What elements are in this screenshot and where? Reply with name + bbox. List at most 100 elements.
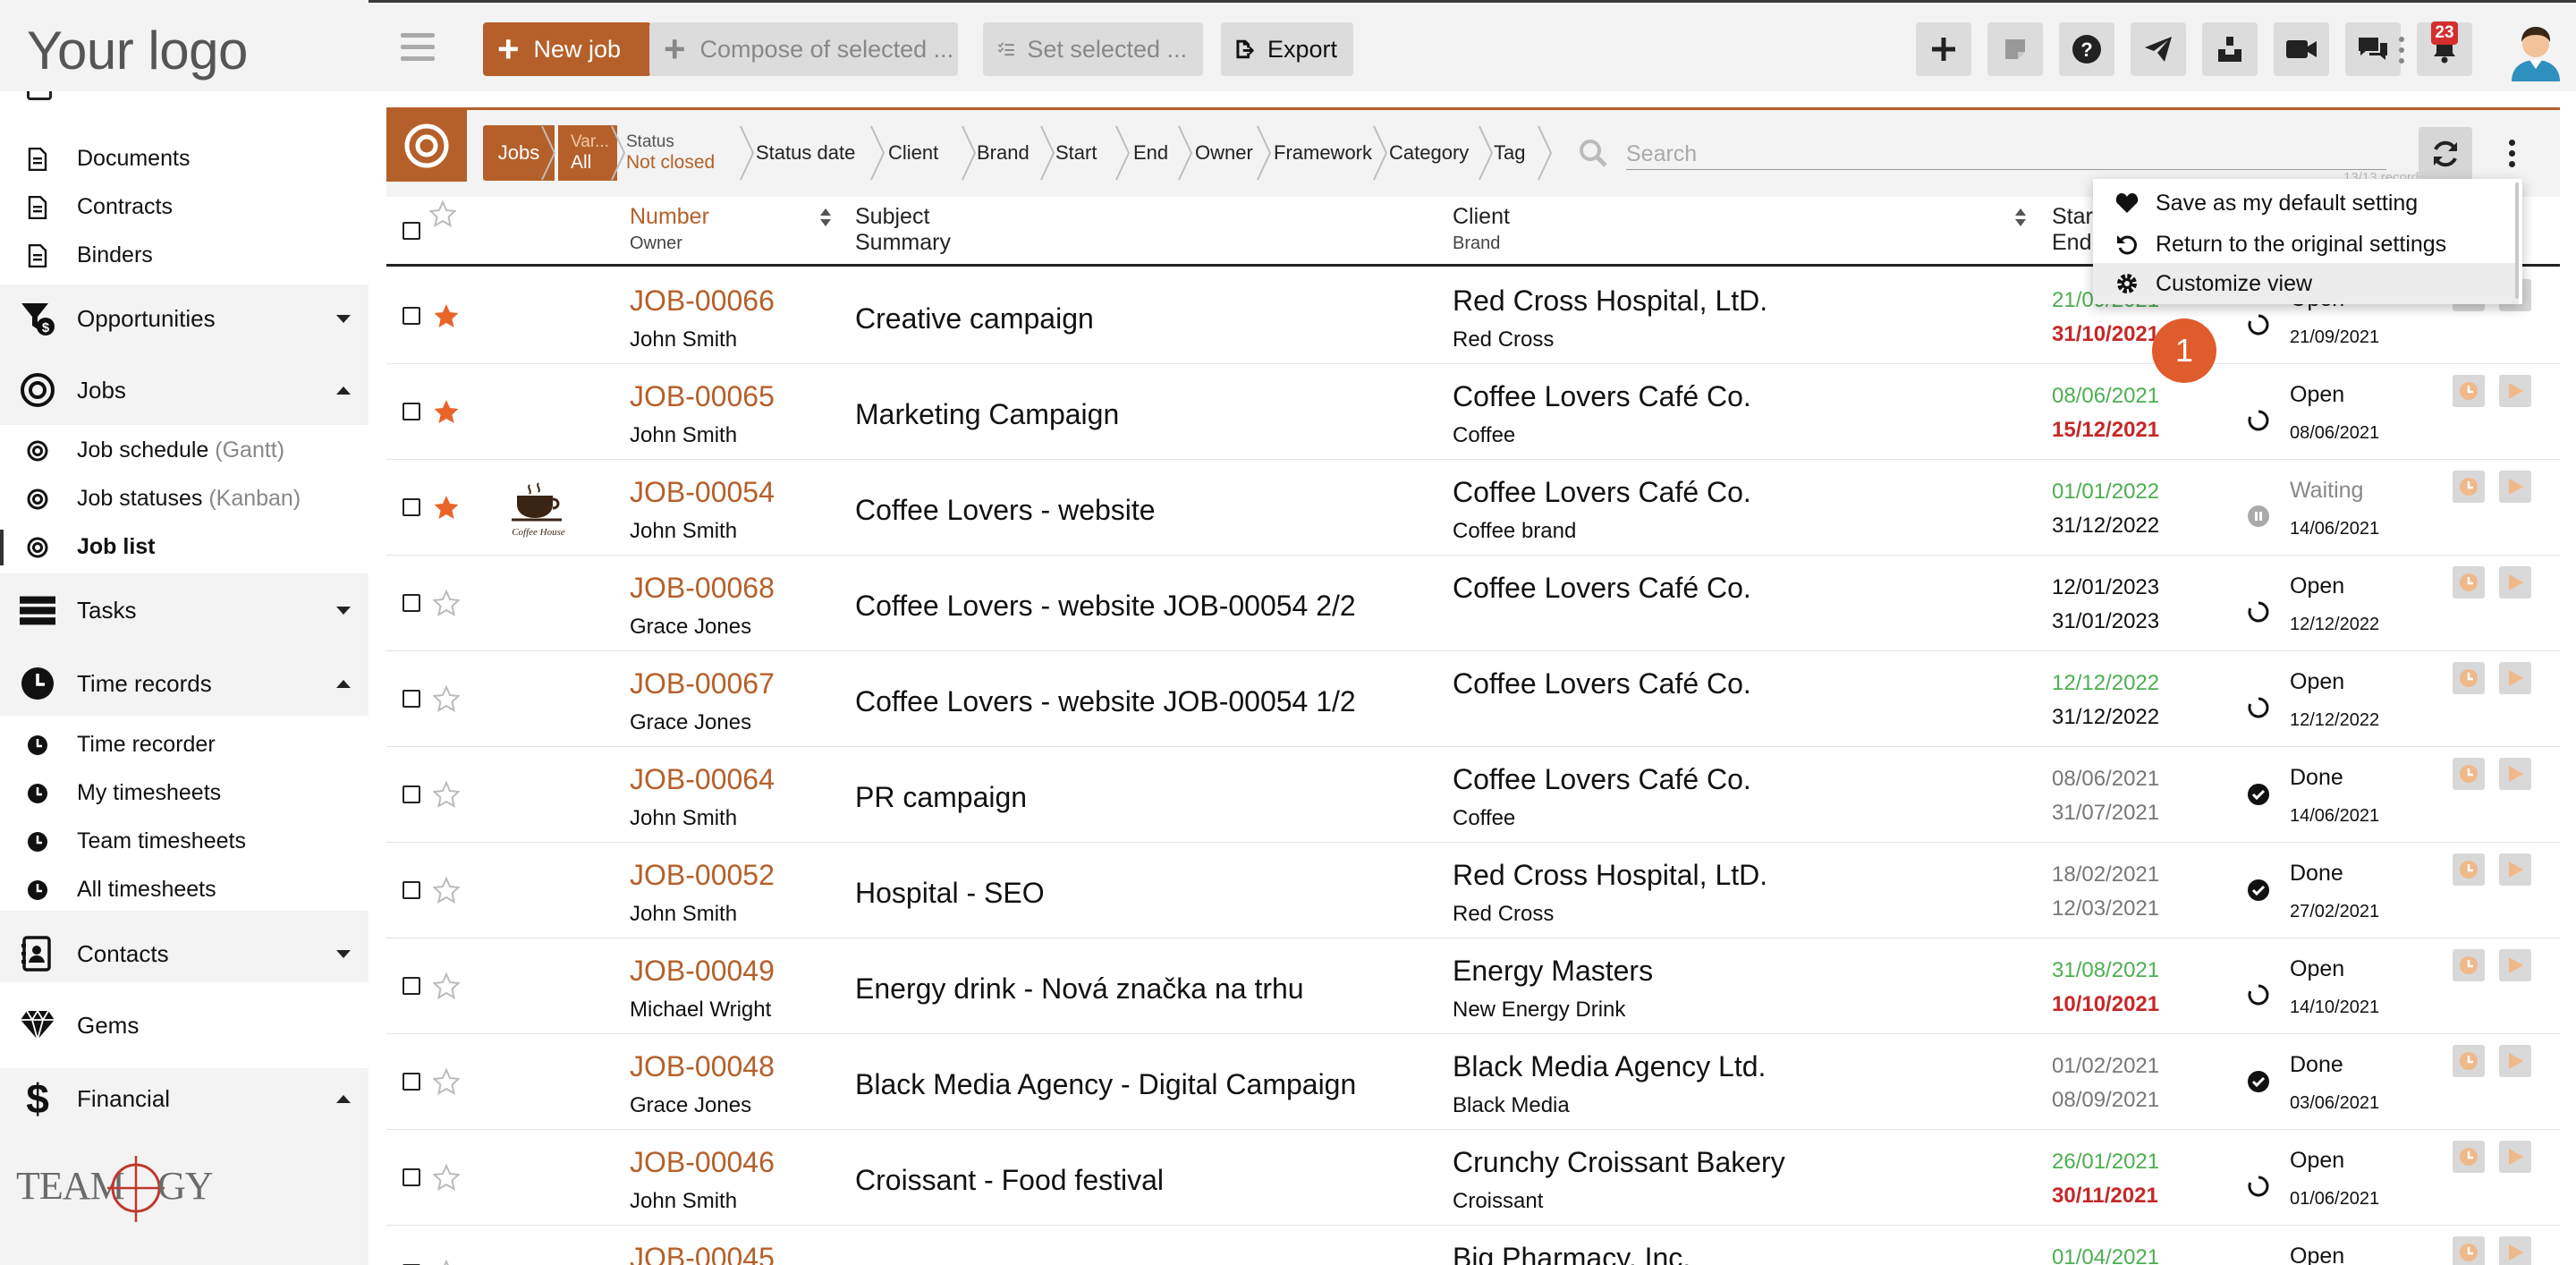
time-record-button[interactable]: [2453, 758, 2485, 790]
table-row[interactable]: JOB-00048 Grace Jones Black Media Agency -…: [386, 1034, 2560, 1130]
menu-scrollbar[interactable]: [2515, 183, 2519, 299]
job-subject[interactable]: Croissant - Food festival: [855, 1164, 1164, 1197]
video-call-button[interactable]: [2274, 22, 2329, 76]
time-record-button[interactable]: [2453, 853, 2485, 886]
menu-return-original[interactable]: Return to the original settings: [2093, 224, 2519, 265]
row-checkbox[interactable]: [402, 690, 420, 708]
star-outline-icon[interactable]: [433, 972, 460, 999]
time-record-button[interactable]: [2453, 662, 2485, 694]
filter-end[interactable]: End: [1133, 125, 1168, 181]
start-timer-button[interactable]: [2499, 853, 2531, 886]
add-button[interactable]: [1916, 22, 1971, 76]
col-start[interactable]: Start End: [2052, 204, 2099, 256]
job-number-link[interactable]: JOB-00045: [630, 1242, 775, 1265]
time-record-button[interactable]: [2453, 1045, 2485, 1077]
menu-toggle-icon[interactable]: [401, 33, 435, 64]
new-job-button[interactable]: + New job: [483, 22, 651, 76]
job-subject[interactable]: Creative campaign: [855, 302, 1094, 335]
filter-start[interactable]: Start: [1055, 125, 1097, 181]
job-subject[interactable]: Black Media Agency - Digital Campaign: [855, 1068, 1356, 1101]
sort-icon[interactable]: [819, 208, 832, 227]
sidebar-item-all-timesheets[interactable]: All timesheets: [0, 872, 369, 908]
notes-button[interactable]: [1987, 22, 2043, 76]
view-options-icon[interactable]: [2509, 140, 2516, 172]
sort-icon[interactable]: [2014, 208, 2027, 227]
time-record-button[interactable]: [2453, 1236, 2485, 1265]
table-row[interactable]: JOB-00046 John Smith Croissant - Food fest…: [386, 1130, 2560, 1226]
star-outline-icon[interactable]: [433, 1068, 460, 1095]
search-input[interactable]: [1626, 140, 2386, 170]
job-subject[interactable]: Coffee Lovers - website JOB-00054 2/2: [855, 590, 1356, 623]
caret-down-icon[interactable]: [336, 949, 351, 958]
table-row[interactable]: JOB-00065 John Smith Marketing Campaign Cof…: [386, 364, 2560, 460]
filter-framework[interactable]: Framework: [1274, 125, 1372, 181]
job-subject[interactable]: Coffee Lovers - website JOB-00054 1/2: [855, 685, 1356, 718]
time-record-button[interactable]: [2453, 375, 2485, 407]
compose-selected-button[interactable]: + Compose of selected ...: [649, 22, 958, 76]
filter-client[interactable]: Client: [888, 125, 938, 181]
star-outline-icon[interactable]: [433, 685, 460, 712]
job-subject[interactable]: PR campaign: [855, 781, 1027, 814]
sidebar-item-tasks[interactable]: Tasks: [0, 590, 369, 630]
job-number-link[interactable]: JOB-00064: [630, 763, 775, 796]
time-record-button[interactable]: [2453, 1141, 2485, 1173]
star-outline-icon[interactable]: [429, 200, 456, 227]
time-record-button[interactable]: [2453, 949, 2485, 981]
sidebar-item-job-schedule[interactable]: Job schedule (Gantt): [0, 433, 369, 469]
star-filled-icon[interactable]: [433, 302, 460, 329]
table-row[interactable]: JOB-00049 Michael Wright Energy drink - No…: [386, 938, 2560, 1034]
filter-brand[interactable]: Brand: [977, 125, 1030, 181]
star-outline-icon[interactable]: [433, 1260, 460, 1265]
time-record-button[interactable]: [2453, 471, 2485, 503]
more-icon[interactable]: [2399, 37, 2406, 65]
filter-owner[interactable]: Owner: [1195, 125, 1253, 181]
filter-category[interactable]: Category: [1389, 125, 1469, 181]
start-timer-button[interactable]: [2499, 471, 2531, 503]
job-number-link[interactable]: JOB-00052: [630, 859, 775, 892]
time-record-button[interactable]: [2453, 566, 2485, 599]
start-timer-button[interactable]: [2499, 1045, 2531, 1077]
job-number-link[interactable]: JOB-00049: [630, 955, 775, 988]
star-outline-icon[interactable]: [433, 781, 460, 808]
job-number-link[interactable]: JOB-00068: [630, 572, 775, 605]
row-checkbox[interactable]: [402, 1073, 420, 1091]
start-timer-button[interactable]: [2499, 375, 2531, 407]
job-subject[interactable]: Coffee Lovers - website: [855, 494, 1156, 527]
row-checkbox[interactable]: [402, 1168, 420, 1186]
job-subject[interactable]: Marketing Campaign: [855, 398, 1119, 431]
caret-up-icon[interactable]: [336, 386, 351, 395]
table-row[interactable]: JOB-00064 John Smith PR campaign Coffee Lov…: [386, 747, 2560, 843]
caret-up-icon[interactable]: [336, 1094, 351, 1103]
start-timer-button[interactable]: [2499, 1236, 2531, 1265]
menu-customize-view[interactable]: Customize view: [2093, 263, 2519, 304]
sidebar-item-contracts[interactable]: Contracts: [0, 190, 369, 225]
filter-variant[interactable]: Var... All: [558, 125, 617, 181]
start-timer-button[interactable]: [2499, 949, 2531, 981]
send-button[interactable]: [2131, 22, 2186, 76]
row-checkbox[interactable]: [402, 881, 420, 899]
job-subject[interactable]: Hospital - SEO: [855, 877, 1045, 910]
table-row[interactable]: JOB-00067 Grace Jones Coffee Lovers - webs…: [386, 651, 2560, 747]
job-number-link[interactable]: JOB-00067: [630, 667, 775, 700]
table-row[interactable]: JOB-00068 Grace Jones Coffee Lovers - webs…: [386, 556, 2560, 651]
sidebar-item-binders[interactable]: Binders: [0, 238, 369, 274]
start-timer-button[interactable]: [2499, 758, 2531, 790]
star-filled-icon[interactable]: [433, 398, 460, 425]
star-outline-icon[interactable]: [433, 877, 460, 904]
row-checkbox[interactable]: [402, 594, 420, 612]
job-number-link[interactable]: JOB-00054: [630, 476, 775, 509]
menu-save-default[interactable]: Save as my default setting: [2093, 183, 2519, 224]
sidebar-item-job-list[interactable]: Job list: [0, 530, 369, 565]
star-filled-icon[interactable]: [433, 494, 460, 521]
sidebar-item-my-timesheets[interactable]: My timesheets: [0, 776, 369, 811]
caret-up-icon[interactable]: [336, 679, 351, 688]
chat-button[interactable]: [2345, 22, 2401, 76]
row-checkbox[interactable]: [402, 307, 420, 325]
filter-status-date[interactable]: Status date: [756, 125, 855, 181]
export-button[interactable]: Export: [1221, 22, 1353, 76]
avatar[interactable]: [2504, 19, 2567, 81]
row-checkbox[interactable]: [402, 785, 420, 803]
star-outline-icon[interactable]: [433, 590, 460, 616]
select-all-checkbox[interactable]: [402, 222, 420, 240]
refresh-button[interactable]: [2419, 127, 2472, 181]
